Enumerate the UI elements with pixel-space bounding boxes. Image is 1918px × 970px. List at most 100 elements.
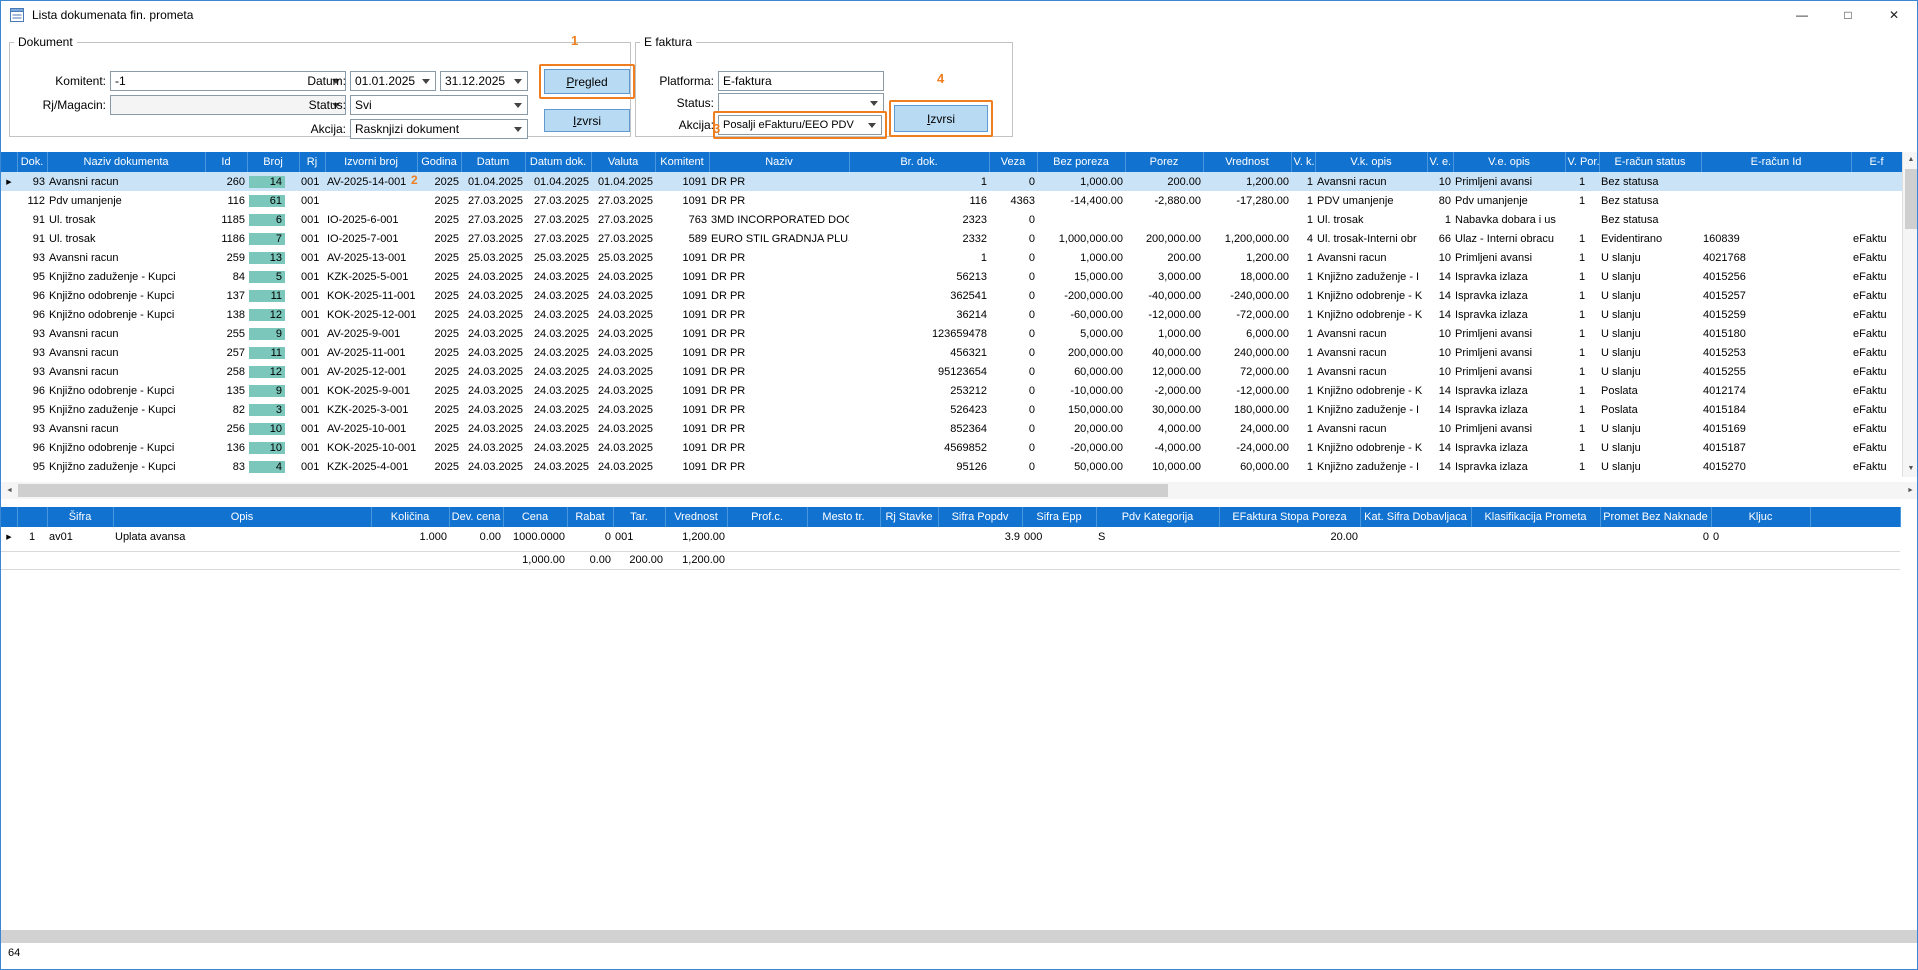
column-header[interactable]: Kat. Sifra Dobavljaca xyxy=(1360,507,1472,527)
column-header[interactable]: E-račun status xyxy=(1599,152,1702,172)
column-header[interactable]: E-račun Id xyxy=(1701,152,1852,172)
column-header[interactable]: Sifra Epp xyxy=(1022,507,1097,527)
scroll-down-icon[interactable]: ▼ xyxy=(1903,461,1917,477)
table-row[interactable]: 95 Knjižno zaduženje - Kupci 83 4 001 KZK-202… xyxy=(1,457,1902,476)
table-row[interactable]: 96 Knjižno odobrenje - Kupci 135 9 001 KOK-20… xyxy=(1,381,1902,400)
column-header[interactable]: V.k. opis xyxy=(1315,152,1428,172)
column-header[interactable] xyxy=(1,152,18,172)
table-row[interactable]: ▶ 1 av01 Uplata avansa 1.000 0.00 1000.0000 0 00… xyxy=(1,527,1900,546)
column-header[interactable]: Dok. xyxy=(17,152,48,172)
scroll-right-icon[interactable]: ► xyxy=(1902,482,1917,499)
column-header[interactable]: Izvorni broj xyxy=(325,152,418,172)
column-header[interactable]: V. Por. xyxy=(1565,152,1600,172)
column-header[interactable]: Pdv Kategorija xyxy=(1096,507,1220,527)
column-header[interactable]: Br. dok. xyxy=(849,152,990,172)
scrollbar-thumb[interactable] xyxy=(1905,169,1917,229)
cell: 1091 xyxy=(655,324,709,343)
column-header[interactable]: Klasifikacija Prometa xyxy=(1471,507,1601,527)
cell: 001 xyxy=(299,343,325,362)
column-header[interactable]: Porez xyxy=(1125,152,1204,172)
column-header[interactable] xyxy=(1,507,18,527)
column-header[interactable]: V.e. opis xyxy=(1453,152,1566,172)
cell: 11 xyxy=(247,343,299,362)
status-select[interactable]: Svi xyxy=(350,95,528,115)
column-header[interactable]: Dev. cena xyxy=(449,507,504,527)
column-header[interactable]: Naziv dokumenta xyxy=(47,152,206,172)
horizontal-scrollbar[interactable]: ◄ ► xyxy=(1,482,1917,499)
column-header[interactable]: V. k. xyxy=(1291,152,1316,172)
table-row[interactable]: 96 Knjižno odobrenje - Kupci 136 10 001 KOK-2… xyxy=(1,438,1902,457)
column-header[interactable] xyxy=(1810,507,1901,527)
izvrsi-efaktura-button[interactable]: Izvrsi xyxy=(894,105,988,132)
column-header[interactable]: V. e. xyxy=(1427,152,1454,172)
column-header[interactable]: Broj xyxy=(247,152,300,172)
table-row[interactable]: 93 Avansni racun 257 11 001 AV-2025-11-001 202… xyxy=(1,343,1902,362)
cell: 93 xyxy=(17,419,47,438)
cell: AV-2025-11-001 xyxy=(325,343,417,362)
column-header[interactable]: Opis xyxy=(113,507,372,527)
scroll-up-icon[interactable]: ▲ xyxy=(1903,152,1917,168)
close-button[interactable]: ✕ xyxy=(1871,1,1917,29)
column-header[interactable]: Tar. xyxy=(613,507,666,527)
column-header[interactable]: Rabat xyxy=(567,507,614,527)
column-header[interactable]: Godina xyxy=(417,152,462,172)
column-header[interactable]: EFaktura Stopa Poreza xyxy=(1219,507,1361,527)
izvrsi-dokument-button[interactable]: Izvrsi xyxy=(544,109,630,132)
column-header[interactable]: Promet Bez Naknade xyxy=(1600,507,1712,527)
documents-table[interactable]: Dok. Naziv dokumenta Id Broj Rj Izvorni broj G… xyxy=(1,152,1903,476)
table-row[interactable]: 91 Ul. trosak 1185 6 001 IO-2025-6-001 2025 27.… xyxy=(1,210,1902,229)
table-row[interactable]: 93 Avansni racun 259 13 001 AV-2025-13-001 202… xyxy=(1,248,1902,267)
column-header[interactable]: Bez poreza xyxy=(1037,152,1126,172)
maximize-button[interactable]: □ xyxy=(1825,1,1871,29)
column-header[interactable]: Rj xyxy=(299,152,326,172)
column-header[interactable]: Datum dok. xyxy=(525,152,592,172)
table-row[interactable]: 95 Knjižno zaduženje - Kupci 84 5 001 KZK-202… xyxy=(1,267,1902,286)
column-header[interactable]: Valuta xyxy=(591,152,656,172)
pregled-button[interactable]: Pregled xyxy=(544,69,630,94)
column-header[interactable]: Sifra Popdv xyxy=(938,507,1023,527)
column-header[interactable]: Vrednost xyxy=(665,507,728,527)
items-table[interactable]: Šifra Opis Količina Dev. cena Cena Rabat Tar. V… xyxy=(1,507,1901,570)
table-row[interactable]: 96 Knjižno odobrenje - Kupci 137 11 001 KOK-2… xyxy=(1,286,1902,305)
column-header[interactable]: Mesto tr. xyxy=(807,507,881,527)
column-header[interactable]: Datum xyxy=(461,152,526,172)
cell: Primljeni avansi xyxy=(1453,362,1565,381)
table-row[interactable]: 112 Pdv umanjenje 116 61 001 2025 27.03.2025 27… xyxy=(1,191,1902,210)
cell: AV-2025-14-001 xyxy=(325,172,417,191)
table-row[interactable]: 91 Ul. trosak 1186 7 001 IO-2025-7-001 2025 27.… xyxy=(1,229,1902,248)
table-row[interactable]: 93 Avansni racun 255 9 001 AV-2025-9-001 2025 2… xyxy=(1,324,1902,343)
table-row[interactable]: 93 Avansni racun 256 10 001 AV-2025-10-001 202… xyxy=(1,419,1902,438)
bottom-scrollbar[interactable] xyxy=(1,930,1917,943)
vertical-scrollbar[interactable]: ▲ ▼ xyxy=(1902,152,1917,477)
scrollbar-thumb[interactable] xyxy=(18,484,1168,497)
column-header[interactable]: Prof.c. xyxy=(727,507,808,527)
cell: 2025 xyxy=(417,381,461,400)
datum-to-select[interactable]: 31.12.2025 xyxy=(440,71,528,91)
table-row[interactable]: 93 Avansni racun 258 12 001 AV-2025-12-001 202… xyxy=(1,362,1902,381)
table-row[interactable]: 95 Knjižno zaduženje - Kupci 82 3 001 KZK-202… xyxy=(1,400,1902,419)
column-header[interactable]: E-f xyxy=(1851,152,1903,172)
column-header[interactable]: Vrednost xyxy=(1203,152,1292,172)
column-header[interactable]: Kljuc xyxy=(1711,507,1811,527)
minimize-button[interactable]: — xyxy=(1779,1,1825,29)
table-row[interactable]: 96 Knjižno odobrenje - Kupci 138 12 001 KOK-2… xyxy=(1,305,1902,324)
column-header[interactable]: Šifra xyxy=(47,507,114,527)
cell: 24.03.2025 xyxy=(461,381,525,400)
column-header[interactable] xyxy=(17,507,48,527)
efaktura-status-select[interactable] xyxy=(718,93,884,113)
akcija-select[interactable]: Rasknjizi dokument xyxy=(350,119,528,139)
platforma-field[interactable]: E-faktura xyxy=(718,71,884,91)
column-header[interactable]: Komitent xyxy=(655,152,710,172)
broj-bar: 13 xyxy=(249,251,285,264)
efaktura-akcija-select[interactable]: Posalji eFakturu/EEO PDV xyxy=(718,115,882,135)
app-icon xyxy=(10,8,24,22)
column-header[interactable]: Naziv xyxy=(709,152,850,172)
column-header[interactable]: Veza xyxy=(989,152,1038,172)
column-header[interactable]: Količina xyxy=(371,507,450,527)
datum-from-select[interactable]: 01.01.2025 xyxy=(350,71,436,91)
column-header[interactable]: Id xyxy=(205,152,248,172)
column-header[interactable]: Rj Stavke xyxy=(880,507,939,527)
table-row[interactable]: ▶ 93 Avansni racun 260 14 001 AV-2025-14-001 20… xyxy=(1,172,1902,191)
column-header[interactable]: Cena xyxy=(503,507,568,527)
scroll-left-icon[interactable]: ◄ xyxy=(1,482,18,499)
